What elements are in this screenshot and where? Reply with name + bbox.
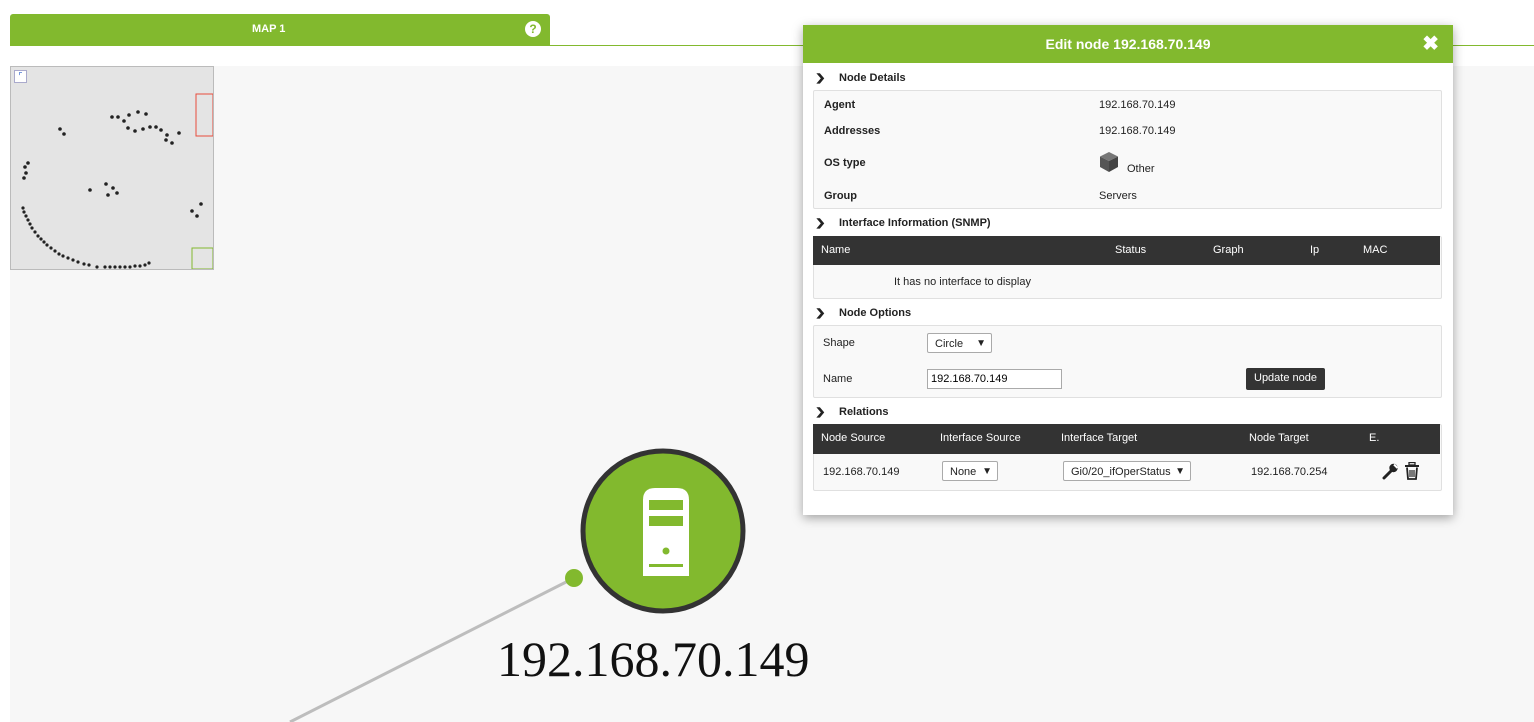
interface-target-value: Gi0/20_ifOperStatus [1071, 466, 1171, 478]
node-label: 192.168.70.149 [497, 631, 810, 687]
name-input[interactable] [927, 369, 1062, 389]
group-value: Servers [1099, 190, 1137, 202]
node-details-panel: Agent 192.168.70.149 Addresses 192.168.7… [813, 90, 1442, 209]
col-graph: Graph [1213, 244, 1244, 256]
ostype-label: OS type [824, 157, 866, 169]
update-node-button[interactable]: Update node [1246, 368, 1325, 390]
edit-node-dialog: Edit node 192.168.70.149 ✖ ❯ Node Details… [803, 25, 1453, 515]
shape-label: Shape [823, 337, 855, 349]
node-options-header[interactable]: ❯ Node Options [814, 307, 912, 319]
dialog-title: Edit node 192.168.70.149 [1045, 36, 1211, 52]
shape-select[interactable]: Circle ▼ [927, 333, 992, 353]
node-handle[interactable] [565, 569, 583, 587]
relation-node-target: 192.168.70.254 [1251, 466, 1328, 478]
interfaces-empty-text: It has no interface to display [894, 276, 1031, 288]
cube-icon [1100, 152, 1118, 172]
chevron-down-icon: ❯ [814, 73, 826, 84]
col-interface-target: Interface Target [1061, 432, 1138, 444]
node-details-header[interactable]: ❯ Node Details [814, 72, 906, 84]
close-icon[interactable]: ✖ [1422, 25, 1439, 63]
wrench-icon[interactable] [1381, 462, 1399, 480]
relations-heading: Relations [839, 406, 889, 418]
interfaces-table-header: Name Status Graph Ip MAC [813, 236, 1440, 265]
col-mac: MAC [1363, 244, 1388, 256]
chevron-down-icon: ❯ [814, 407, 826, 418]
expand-icon[interactable]: ⌜ [14, 70, 27, 83]
chevron-down-icon: ❯ [814, 218, 826, 229]
dropdown-arrow-icon: ▼ [1175, 466, 1185, 477]
addresses-label: Addresses [824, 125, 881, 137]
dialog-title-bar[interactable]: Edit node 192.168.70.149 ✖ [803, 25, 1453, 63]
col-interface-source: Interface Source [940, 432, 1021, 444]
trash-icon[interactable] [1404, 462, 1420, 480]
col-node-source: Node Source [821, 432, 886, 444]
node-options-heading: Node Options [839, 307, 912, 319]
col-status: Status [1115, 244, 1147, 256]
agent-value: 192.168.70.149 [1099, 99, 1176, 111]
shape-select-value: Circle [935, 338, 964, 350]
dropdown-arrow-icon: ▼ [982, 466, 992, 477]
col-name: Name [821, 244, 851, 256]
node-details-heading: Node Details [839, 72, 906, 84]
ostype-value: Other [1127, 163, 1155, 175]
interface-source-value: None [950, 466, 977, 478]
agent-label: Agent [824, 99, 856, 111]
name-label: Name [823, 373, 853, 385]
interfaces-header[interactable]: ❯ Interface Information (SNMP) [814, 217, 991, 229]
col-edit: E. [1369, 432, 1380, 444]
relations-header[interactable]: ❯ Relations [814, 406, 889, 418]
interfaces-heading: Interface Information (SNMP) [839, 217, 991, 229]
group-label: Group [824, 190, 857, 202]
relation-node-source: 192.168.70.149 [823, 466, 900, 478]
node-options-panel: Shape Circle ▼ Name Update node [813, 325, 1442, 398]
dropdown-arrow-icon: ▼ [976, 338, 986, 349]
relations-table-header: Node Source Interface Source Interface T… [813, 424, 1440, 454]
minimap-dots [21, 93, 213, 269]
col-ip: Ip [1310, 244, 1320, 256]
interface-source-select[interactable]: None ▼ [942, 461, 998, 481]
col-node-target: Node Target [1249, 432, 1309, 444]
server-icon [643, 488, 689, 576]
addresses-value: 192.168.70.149 [1099, 125, 1176, 137]
interface-target-select[interactable]: Gi0/20_ifOperStatus ▼ [1063, 461, 1191, 481]
chevron-down-icon: ❯ [814, 308, 826, 319]
minimap[interactable]: ⌜ [10, 66, 214, 270]
